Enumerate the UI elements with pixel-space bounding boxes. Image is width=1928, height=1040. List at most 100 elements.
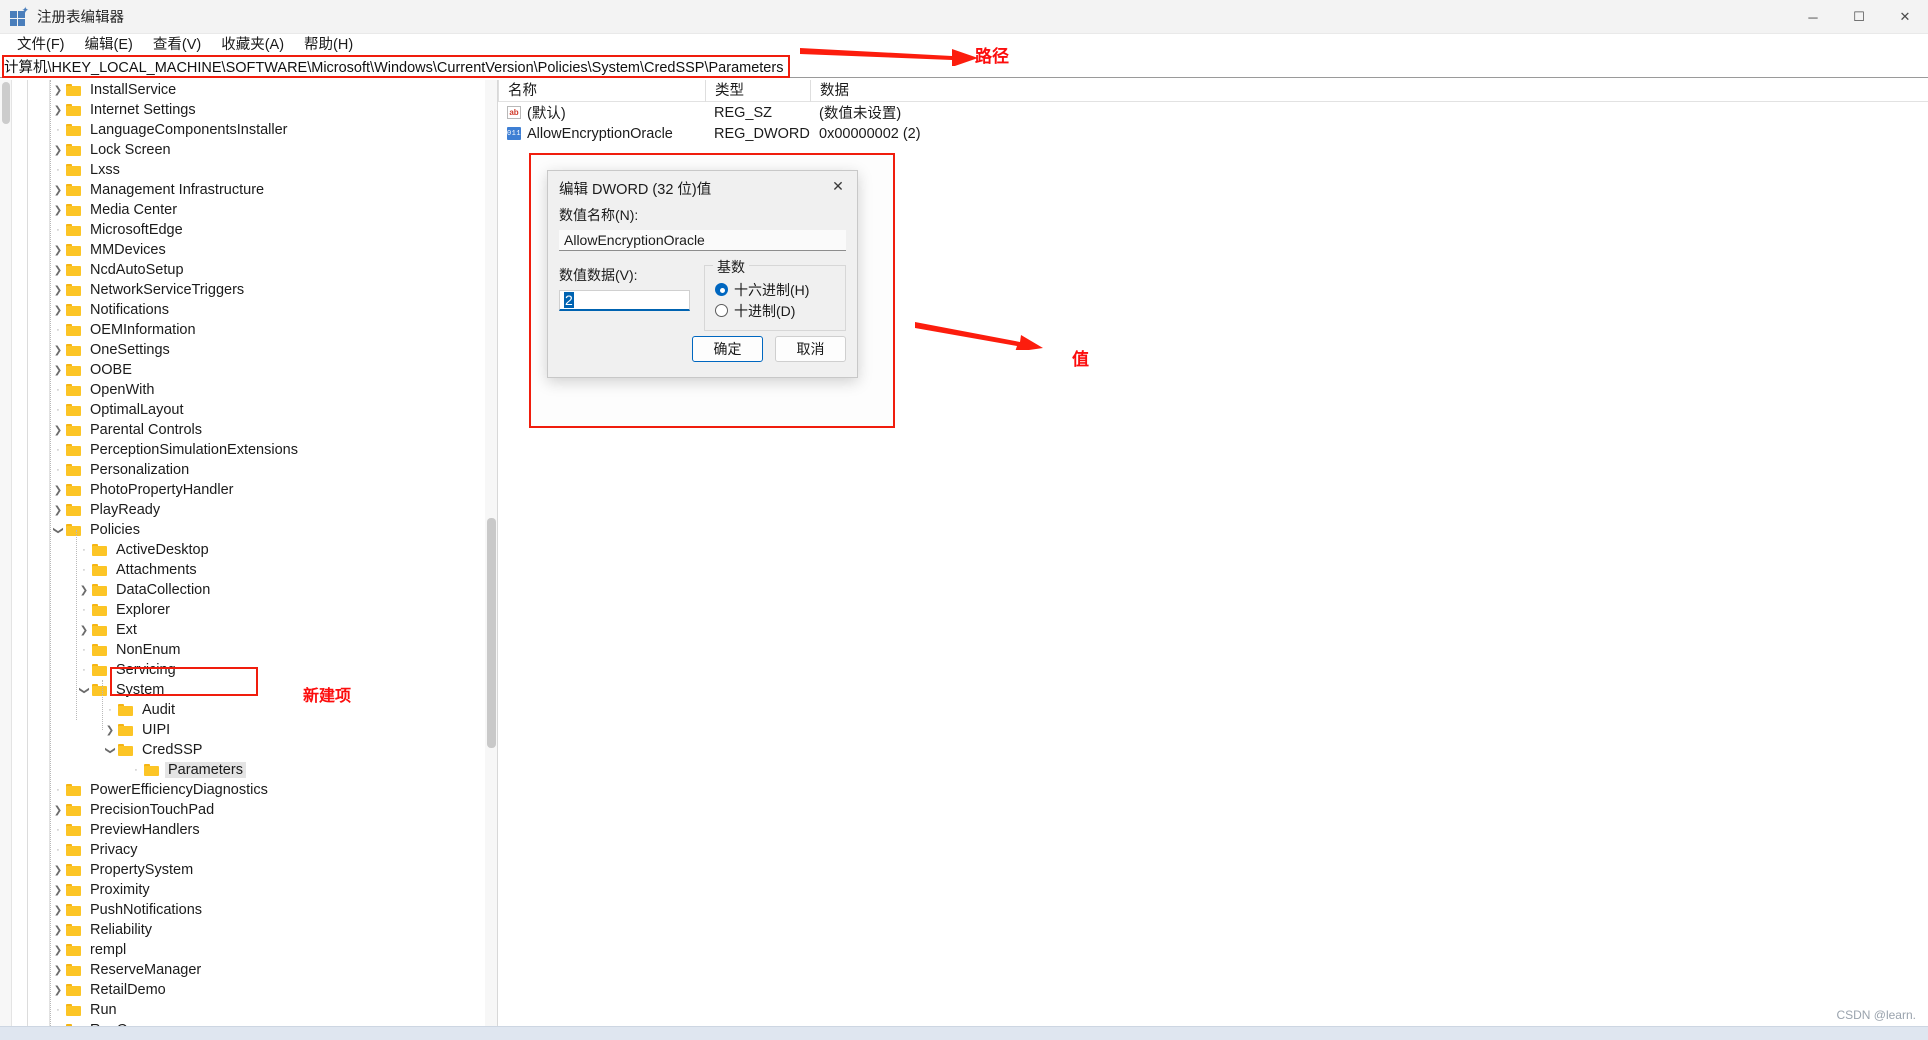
column-header-name[interactable]: 名称 bbox=[498, 79, 705, 102]
tree-item-datacollection[interactable]: ❯ DataCollection bbox=[0, 580, 485, 600]
value-name-input[interactable]: AllowEncryptionOracle bbox=[559, 230, 846, 251]
close-icon[interactable]: ✕ bbox=[819, 171, 857, 201]
tree-item-personalization[interactable]: · Personalization bbox=[0, 460, 485, 480]
chevron-down-icon[interactable]: ❯ bbox=[105, 742, 116, 758]
tree-item-photopropertyhandler[interactable]: ❯ PhotoPropertyHandler bbox=[0, 480, 485, 500]
tree-item-uipi[interactable]: ❯ UIPI bbox=[0, 720, 485, 740]
chevron-right-icon[interactable]: ❯ bbox=[50, 965, 66, 976]
chevron-right-icon[interactable]: ❯ bbox=[50, 805, 66, 816]
chevron-right-icon[interactable]: ❯ bbox=[50, 345, 66, 356]
menu-view[interactable]: 查看(V) bbox=[144, 34, 210, 56]
radio-hexadecimal[interactable]: 十六进制(H) bbox=[715, 279, 835, 300]
chevron-down-icon[interactable]: ❯ bbox=[79, 682, 90, 698]
tree-scrollbar[interactable] bbox=[485, 80, 497, 1026]
close-button[interactable]: ✕ bbox=[1882, 0, 1928, 34]
tree-item-precisiontouchpad[interactable]: ❯ PrecisionTouchPad bbox=[0, 800, 485, 820]
column-header-type[interactable]: 类型 bbox=[705, 79, 810, 102]
tree-item-microsoftedge[interactable]: · MicrosoftEdge bbox=[0, 220, 485, 240]
chevron-right-icon[interactable]: ❯ bbox=[50, 505, 66, 516]
chevron-right-icon[interactable]: ❯ bbox=[50, 105, 66, 116]
tree-item-onesettings[interactable]: ❯ OneSettings bbox=[0, 340, 485, 360]
tree-item-parental-controls[interactable]: ❯ Parental Controls bbox=[0, 420, 485, 440]
minimize-button[interactable]: ─ bbox=[1790, 0, 1836, 34]
chevron-right-icon[interactable]: ❯ bbox=[76, 585, 92, 596]
menu-edit[interactable]: 编辑(E) bbox=[76, 34, 142, 56]
tree-item-media-center[interactable]: ❯ Media Center bbox=[0, 200, 485, 220]
chevron-right-icon[interactable]: ❯ bbox=[76, 625, 92, 636]
tree-item-servicing[interactable]: · Servicing bbox=[0, 660, 485, 680]
tree-item-perceptionsimulationextensions[interactable]: · PerceptionSimulationExtensions bbox=[0, 440, 485, 460]
tree-item-optimallayout[interactable]: · OptimalLayout bbox=[0, 400, 485, 420]
tree-item-networkservicetriggers[interactable]: ❯ NetworkServiceTriggers bbox=[0, 280, 485, 300]
chevron-right-icon[interactable]: ❯ bbox=[50, 365, 66, 376]
chevron-right-icon[interactable]: ❯ bbox=[50, 245, 66, 256]
tree-item-oobe[interactable]: ❯ OOBE bbox=[0, 360, 485, 380]
tree-item-activedesktop[interactable]: · ActiveDesktop bbox=[0, 540, 485, 560]
left-scrollbar[interactable] bbox=[0, 80, 12, 1026]
tree-item-languagecomponentsinstaller[interactable]: · LanguageComponentsInstaller bbox=[0, 120, 485, 140]
table-row[interactable]: 011 AllowEncryptionOracle REG_DWORD 0x00… bbox=[498, 123, 1928, 144]
chevron-right-icon[interactable]: ❯ bbox=[50, 85, 66, 96]
chevron-right-icon[interactable]: ❯ bbox=[50, 265, 66, 276]
tree-item-internet-settings[interactable]: ❯ Internet Settings bbox=[0, 100, 485, 120]
chevron-right-icon[interactable]: ❯ bbox=[50, 305, 66, 316]
left-scrollbar-thumb[interactable] bbox=[2, 82, 10, 124]
tree-item-reservemanager[interactable]: ❯ ReserveManager bbox=[0, 960, 485, 980]
tree-item-propertysystem[interactable]: ❯ PropertySystem bbox=[0, 860, 485, 880]
tree-item-rempl[interactable]: ❯ rempl bbox=[0, 940, 485, 960]
chevron-down-icon[interactable]: ❯ bbox=[53, 522, 64, 538]
chevron-right-icon[interactable]: ❯ bbox=[50, 425, 66, 436]
maximize-button[interactable]: ☐ bbox=[1836, 0, 1882, 34]
tree-item-credssp[interactable]: ❯ CredSSP bbox=[0, 740, 485, 760]
tree-item-reliability[interactable]: ❯ Reliability bbox=[0, 920, 485, 940]
column-header-data[interactable]: 数据 bbox=[810, 79, 1410, 102]
tree-item-oeminformation[interactable]: · OEMInformation bbox=[0, 320, 485, 340]
tree-item-playready[interactable]: ❯ PlayReady bbox=[0, 500, 485, 520]
tree-item-installservice[interactable]: ❯ InstallService bbox=[0, 80, 485, 100]
tree-item-previewhandlers[interactable]: · PreviewHandlers bbox=[0, 820, 485, 840]
chevron-right-icon[interactable]: ❯ bbox=[50, 145, 66, 156]
chevron-right-icon[interactable]: ❯ bbox=[50, 905, 66, 916]
tree-item-privacy[interactable]: · Privacy bbox=[0, 840, 485, 860]
tree-item-ext[interactable]: ❯ Ext bbox=[0, 620, 485, 640]
chevron-right-icon[interactable]: ❯ bbox=[50, 945, 66, 956]
tree-item-retaildemo[interactable]: ❯ RetailDemo bbox=[0, 980, 485, 1000]
tree-item-attachments[interactable]: · Attachments bbox=[0, 560, 485, 580]
chevron-right-icon[interactable]: ❯ bbox=[50, 205, 66, 216]
tree-item-system[interactable]: ❯ System bbox=[0, 680, 485, 700]
tree-item-pushnotifications[interactable]: ❯ PushNotifications bbox=[0, 900, 485, 920]
value-data-input[interactable]: 2 bbox=[559, 290, 690, 311]
chevron-right-icon[interactable]: ❯ bbox=[50, 285, 66, 296]
tree-scrollbar-thumb[interactable] bbox=[487, 518, 496, 748]
radio-decimal[interactable]: 十进制(D) bbox=[715, 300, 835, 321]
tree-item-lxss[interactable]: · Lxss bbox=[0, 160, 485, 180]
tree-item-proximity[interactable]: ❯ Proximity bbox=[0, 880, 485, 900]
tree-item-management-infrastructure[interactable]: ❯ Management Infrastructure bbox=[0, 180, 485, 200]
tree-item-notifications[interactable]: ❯ Notifications bbox=[0, 300, 485, 320]
menu-help[interactable]: 帮助(H) bbox=[295, 34, 362, 56]
tree-item-mmdevices[interactable]: ❯ MMDevices bbox=[0, 240, 485, 260]
menu-favorites[interactable]: 收藏夹(A) bbox=[212, 34, 293, 56]
tree-item-explorer[interactable]: · Explorer bbox=[0, 600, 485, 620]
chevron-right-icon[interactable]: ❯ bbox=[102, 725, 118, 736]
tree-item-ncdautosetup[interactable]: ❯ NcdAutoSetup bbox=[0, 260, 485, 280]
chevron-right-icon[interactable]: ❯ bbox=[50, 925, 66, 936]
chevron-right-icon[interactable]: ❯ bbox=[50, 985, 66, 996]
chevron-right-icon[interactable]: ❯ bbox=[50, 885, 66, 896]
tree-item-powerefficiencydiagnostics[interactable]: · PowerEfficiencyDiagnostics bbox=[0, 780, 485, 800]
tree-item-policies[interactable]: ❯ Policies bbox=[0, 520, 485, 540]
tree-item-run[interactable]: · Run bbox=[0, 1000, 485, 1020]
tree-item-parameters[interactable]: · Parameters bbox=[0, 760, 485, 780]
tree-item-lock-screen[interactable]: ❯ Lock Screen bbox=[0, 140, 485, 160]
cancel-button[interactable]: 取消 bbox=[775, 336, 846, 362]
tree-item-nonenum[interactable]: · NonEnum bbox=[0, 640, 485, 660]
chevron-right-icon[interactable]: ❯ bbox=[50, 485, 66, 496]
address-bar[interactable]: 计算机\HKEY_LOCAL_MACHINE\SOFTWARE\Microsof… bbox=[0, 55, 1928, 78]
chevron-right-icon[interactable]: ❯ bbox=[50, 185, 66, 196]
chevron-right-icon[interactable]: ❯ bbox=[50, 865, 66, 876]
tree-item-openwith[interactable]: · OpenWith bbox=[0, 380, 485, 400]
menu-file[interactable]: 文件(F) bbox=[8, 34, 74, 56]
ok-button[interactable]: 确定 bbox=[692, 336, 763, 362]
tree-item-audit[interactable]: · Audit bbox=[0, 700, 485, 720]
table-row[interactable]: ab (默认) REG_SZ (数值未设置) bbox=[498, 102, 1928, 123]
